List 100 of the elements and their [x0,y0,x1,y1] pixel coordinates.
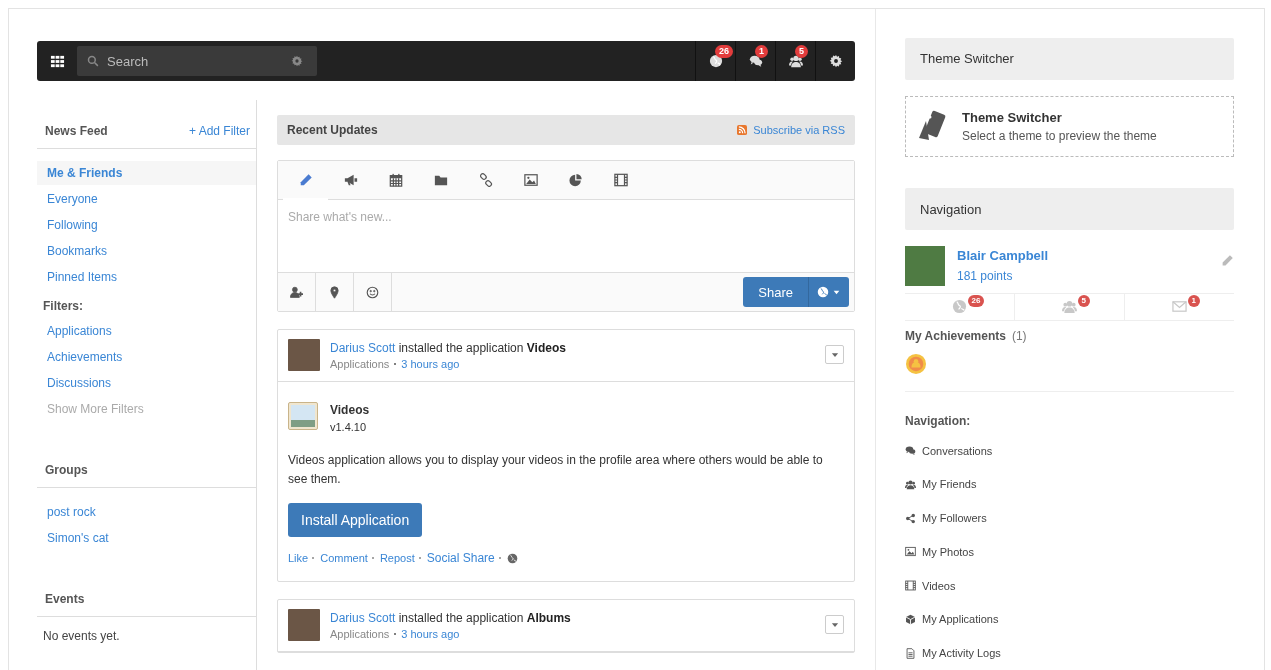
points-link[interactable]: 181 points [957,269,1049,283]
theme-switcher-card[interactable]: Theme Switcher Select a theme to preview the theme [905,95,1234,158]
messages-button[interactable]: 1 [735,41,775,81]
calendar-icon [388,173,403,187]
friends-counter[interactable]: 5 [1015,294,1125,320]
feed-filter-item[interactable]: Pinned Items [37,265,256,289]
post-action-link[interactable]: Comment [320,552,368,564]
count-badge: 5 [1077,295,1090,307]
users-icon [1062,299,1077,315]
settings-icon [291,55,303,67]
document-icon [905,647,916,659]
post-action-link[interactable]: Repost [379,552,415,564]
panel-header: Navigation [905,188,1234,230]
timestamp-link[interactable]: 3 hours ago [401,628,460,640]
post-composer[interactable]: Share what's new... Share [277,160,855,312]
navigation-link[interactable]: My Photos [922,545,974,558]
subscribe-link[interactable]: Subscribe via RSS [737,124,845,136]
timestamp-link[interactable]: 3 hours ago [401,358,460,370]
feed-filter-item[interactable]: Everyone [37,187,256,211]
navigation-link[interactable]: My Friends [922,478,977,491]
film-icon [905,580,916,592]
post-options-button[interactable] [825,615,844,634]
cube-icon [905,613,916,625]
navigation-link[interactable]: Videos [922,579,956,592]
section-title: News Feed [45,124,108,138]
post-action-link[interactable]: Like [288,552,309,564]
notification-count: 26 [715,45,733,58]
post-headline: Darius Scott installed the application Videos [330,340,567,357]
image-icon [905,546,916,558]
card-title: Theme Switcher [962,110,1063,125]
post-action-link[interactable]: Social Share [426,551,495,565]
search-field[interactable]: Search [77,46,317,76]
friend-requests-button[interactable]: 5 [775,41,815,81]
app-description: Videos application allows you to display your videos in the profile area where others would be able to see them. [288,452,824,488]
location-pin-icon [328,285,341,299]
author-link[interactable]: Darius Scott [330,611,396,625]
panel-header: Theme Switcher [905,38,1234,80]
rss-icon [737,125,748,135]
smiley-icon [366,285,379,299]
pencil-icon [298,172,313,187]
navigation-link[interactable]: My Followers [922,512,987,525]
section-title: My Achievements [905,328,1006,343]
post-options-button[interactable] [825,345,844,364]
comments-icon [748,54,763,68]
count-badge: 1 [1187,295,1200,307]
share-button[interactable]: Share [743,277,809,307]
image-icon [523,173,538,187]
empty-message: No events yet. [42,629,121,643]
notifications-button[interactable]: 26 [695,41,735,81]
navigation-link[interactable]: My Applications [922,613,999,626]
group-link[interactable]: post rock [37,500,256,524]
section-title: Events [45,592,85,606]
navigation-link[interactable]: Conversations [922,444,993,457]
feed-filter-item[interactable]: Me & Friends [37,161,256,185]
card-description: Select a theme to preview the theme [962,129,1157,143]
filters-label: Filters: [42,298,84,315]
messages-counter[interactable]: 1 [1125,294,1234,320]
megaphone-icon [343,173,358,187]
app-version: v1.4.10 [330,421,368,433]
navigation-link[interactable]: My Activity Logs [922,647,1001,660]
feed-filter-item[interactable]: Following [37,213,256,237]
folder-icon [433,173,448,187]
avatar-photo-placeholder [905,246,945,286]
post-category: Applications [330,628,390,640]
post-category: Applications [330,358,390,370]
share-icon [905,512,916,524]
avatar-photo-placeholder [288,339,320,371]
section-title: Recent Updates [287,123,378,137]
pie-chart-icon [568,173,583,187]
avatar-photo-placeholder [288,609,320,641]
app-name: Videos [330,402,370,418]
comments-icon [905,445,916,456]
notifications-counter[interactable]: 26 [905,294,1015,320]
search-icon [87,55,99,67]
notification-count: 1 [755,45,768,58]
achievement-count: (1) [1011,328,1027,343]
filter-item[interactable]: Applications [37,319,256,343]
add-person-icon [290,285,303,299]
count-badge: 26 [967,295,985,307]
install-button[interactable]: Install Application [288,503,423,537]
envelope-icon [1172,299,1187,315]
group-link[interactable]: Simon's cat [37,526,256,550]
user-name-link[interactable]: Blair Campbell [957,248,1049,263]
post-headline: Darius Scott installed the application Albums [330,610,572,627]
section-title: Groups [45,463,88,477]
film-icon [613,173,628,187]
author-link[interactable]: Darius Scott [330,341,396,355]
section-title: Navigation: [905,413,972,428]
grid-icon [49,53,65,69]
filter-item[interactable]: Discussions [37,371,256,395]
filter-item[interactable]: Achievements [37,345,256,369]
users-icon [905,478,916,490]
settings-icon [828,54,843,68]
notification-count: 5 [795,45,808,58]
privacy-dropdown-button[interactable] [809,277,849,307]
add-filter-link[interactable]: + Add Filter [188,124,250,138]
feed-filter-item[interactable]: Bookmarks [37,239,256,263]
link-icon [478,173,493,187]
app-icon [288,402,318,430]
users-icon [788,54,803,68]
